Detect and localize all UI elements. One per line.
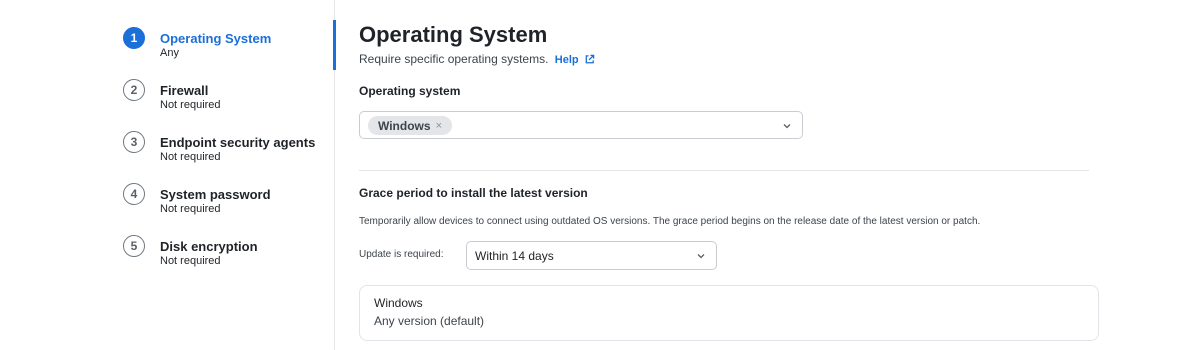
help-link[interactable]: Help <box>555 54 595 66</box>
step-firewall[interactable]: 2 Firewall Not required <box>123 78 333 130</box>
step-title: System password <box>160 187 271 202</box>
chip-label: Windows <box>378 118 431 133</box>
step-number-badge: 5 <box>123 235 145 257</box>
grace-period-description: Temporarily allow devices to connect usi… <box>359 216 981 227</box>
close-icon[interactable]: × <box>436 120 442 132</box>
step-subtitle: Not required <box>160 255 221 267</box>
card-subtitle: Any version (default) <box>374 314 485 328</box>
chevron-down-icon <box>783 124 791 129</box>
os-field-label: Operating system <box>359 84 461 98</box>
chevron-down-icon <box>697 254 705 259</box>
card-title: Windows <box>374 296 423 310</box>
grace-period-heading: Grace period to install the latest versi… <box>359 186 588 200</box>
external-link-icon <box>585 54 594 64</box>
page-description: Require specific operating systems. Help <box>359 52 595 66</box>
step-title: Disk encryption <box>160 239 258 254</box>
step-subtitle: Not required <box>160 151 221 163</box>
page-description-text: Require specific operating systems. <box>359 52 549 66</box>
step-number-badge: 4 <box>123 183 145 205</box>
section-divider <box>359 170 1089 171</box>
update-required-label: Update is required: <box>359 249 444 260</box>
active-step-indicator <box>333 20 336 70</box>
os-chip-windows: Windows × <box>368 116 452 135</box>
step-disk-encryption[interactable]: 5 Disk encryption Not required <box>123 234 333 286</box>
step-number-badge: 3 <box>123 131 145 153</box>
step-number-badge: 1 <box>123 27 145 49</box>
step-subtitle: Not required <box>160 99 221 111</box>
step-subtitle: Any <box>160 47 179 59</box>
policy-stepper: 1 Operating System Any 2 Firewall Not re… <box>123 26 333 286</box>
step-system-password[interactable]: 4 System password Not required <box>123 182 333 234</box>
update-required-value: Within 14 days <box>475 249 554 263</box>
page-title: Operating System <box>359 22 548 47</box>
step-subtitle: Not required <box>160 203 221 215</box>
os-multiselect[interactable]: Windows × <box>359 111 803 139</box>
step-number-badge: 2 <box>123 79 145 101</box>
help-link-label: Help <box>554 54 579 66</box>
step-operating-system[interactable]: 1 Operating System Any <box>123 26 333 78</box>
update-required-select[interactable]: Within 14 days <box>466 241 717 270</box>
step-title: Firewall <box>160 83 209 98</box>
os-version-card: Windows Any version (default) <box>359 285 1099 341</box>
step-endpoint-security-agents[interactable]: 3 Endpoint security agents Not required <box>123 130 333 182</box>
step-title: Endpoint security agents <box>160 135 316 150</box>
step-title: Operating System <box>160 31 272 46</box>
